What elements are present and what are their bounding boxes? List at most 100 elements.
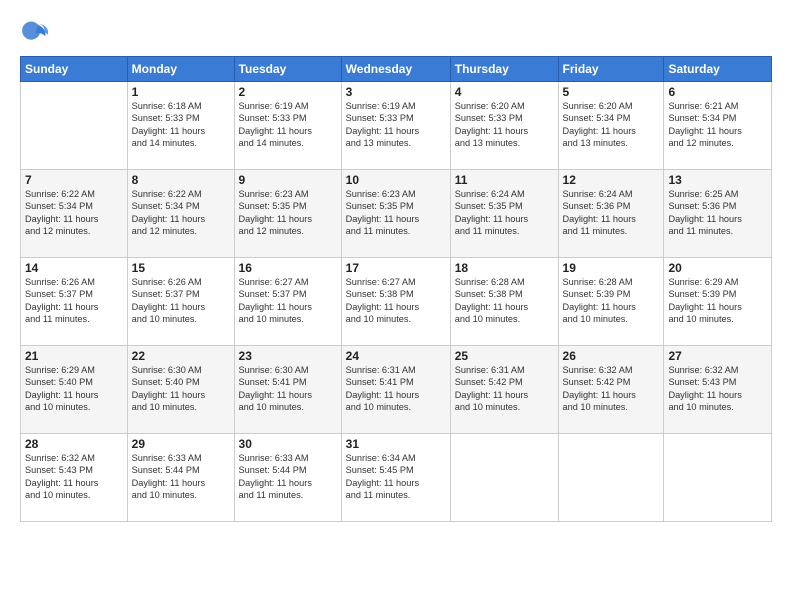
day-number: 5 [563,85,660,99]
day-info: Sunrise: 6:24 AMSunset: 5:36 PMDaylight:… [563,188,660,238]
week-row-3: 14Sunrise: 6:26 AMSunset: 5:37 PMDayligh… [21,258,772,346]
week-row-1: 1Sunrise: 6:18 AMSunset: 5:33 PMDaylight… [21,82,772,170]
day-number: 3 [346,85,446,99]
day-number: 9 [239,173,337,187]
calendar-cell: 18Sunrise: 6:28 AMSunset: 5:38 PMDayligh… [450,258,558,346]
page: SundayMondayTuesdayWednesdayThursdayFrid… [0,0,792,612]
day-number: 27 [668,349,767,363]
calendar-cell: 27Sunrise: 6:32 AMSunset: 5:43 PMDayligh… [664,346,772,434]
day-number: 15 [132,261,230,275]
day-info: Sunrise: 6:28 AMSunset: 5:38 PMDaylight:… [455,276,554,326]
day-info: Sunrise: 6:30 AMSunset: 5:40 PMDaylight:… [132,364,230,414]
day-number: 1 [132,85,230,99]
calendar-cell: 13Sunrise: 6:25 AMSunset: 5:36 PMDayligh… [664,170,772,258]
calendar-cell [450,434,558,522]
day-number: 4 [455,85,554,99]
calendar-cell: 12Sunrise: 6:24 AMSunset: 5:36 PMDayligh… [558,170,664,258]
col-header-sunday: Sunday [21,57,128,82]
day-number: 26 [563,349,660,363]
calendar-cell: 17Sunrise: 6:27 AMSunset: 5:38 PMDayligh… [341,258,450,346]
day-info: Sunrise: 6:31 AMSunset: 5:41 PMDaylight:… [346,364,446,414]
day-number: 30 [239,437,337,451]
week-row-4: 21Sunrise: 6:29 AMSunset: 5:40 PMDayligh… [21,346,772,434]
day-number: 22 [132,349,230,363]
day-info: Sunrise: 6:22 AMSunset: 5:34 PMDaylight:… [25,188,123,238]
day-info: Sunrise: 6:21 AMSunset: 5:34 PMDaylight:… [668,100,767,150]
day-info: Sunrise: 6:33 AMSunset: 5:44 PMDaylight:… [132,452,230,502]
calendar-cell: 10Sunrise: 6:23 AMSunset: 5:35 PMDayligh… [341,170,450,258]
day-number: 24 [346,349,446,363]
logo [20,18,50,46]
col-header-saturday: Saturday [664,57,772,82]
calendar-cell: 2Sunrise: 6:19 AMSunset: 5:33 PMDaylight… [234,82,341,170]
calendar-cell: 19Sunrise: 6:28 AMSunset: 5:39 PMDayligh… [558,258,664,346]
day-number: 14 [25,261,123,275]
calendar-cell: 24Sunrise: 6:31 AMSunset: 5:41 PMDayligh… [341,346,450,434]
day-number: 13 [668,173,767,187]
calendar-cell: 4Sunrise: 6:20 AMSunset: 5:33 PMDaylight… [450,82,558,170]
calendar-cell: 15Sunrise: 6:26 AMSunset: 5:37 PMDayligh… [127,258,234,346]
day-number: 12 [563,173,660,187]
day-info: Sunrise: 6:19 AMSunset: 5:33 PMDaylight:… [346,100,446,150]
col-header-wednesday: Wednesday [341,57,450,82]
day-info: Sunrise: 6:33 AMSunset: 5:44 PMDaylight:… [239,452,337,502]
calendar-header-row: SundayMondayTuesdayWednesdayThursdayFrid… [21,57,772,82]
calendar-cell: 22Sunrise: 6:30 AMSunset: 5:40 PMDayligh… [127,346,234,434]
day-info: Sunrise: 6:27 AMSunset: 5:37 PMDaylight:… [239,276,337,326]
day-info: Sunrise: 6:24 AMSunset: 5:35 PMDaylight:… [455,188,554,238]
col-header-monday: Monday [127,57,234,82]
calendar-table: SundayMondayTuesdayWednesdayThursdayFrid… [20,56,772,522]
logo-icon [20,18,48,46]
calendar-cell: 25Sunrise: 6:31 AMSunset: 5:42 PMDayligh… [450,346,558,434]
calendar-cell: 1Sunrise: 6:18 AMSunset: 5:33 PMDaylight… [127,82,234,170]
col-header-thursday: Thursday [450,57,558,82]
day-info: Sunrise: 6:19 AMSunset: 5:33 PMDaylight:… [239,100,337,150]
calendar-cell: 26Sunrise: 6:32 AMSunset: 5:42 PMDayligh… [558,346,664,434]
col-header-tuesday: Tuesday [234,57,341,82]
day-info: Sunrise: 6:30 AMSunset: 5:41 PMDaylight:… [239,364,337,414]
day-info: Sunrise: 6:29 AMSunset: 5:40 PMDaylight:… [25,364,123,414]
header [20,18,772,46]
day-info: Sunrise: 6:32 AMSunset: 5:43 PMDaylight:… [25,452,123,502]
day-info: Sunrise: 6:29 AMSunset: 5:39 PMDaylight:… [668,276,767,326]
calendar-cell [664,434,772,522]
day-number: 2 [239,85,337,99]
day-info: Sunrise: 6:27 AMSunset: 5:38 PMDaylight:… [346,276,446,326]
day-number: 17 [346,261,446,275]
day-number: 23 [239,349,337,363]
calendar-cell: 9Sunrise: 6:23 AMSunset: 5:35 PMDaylight… [234,170,341,258]
day-number: 28 [25,437,123,451]
day-number: 18 [455,261,554,275]
day-info: Sunrise: 6:26 AMSunset: 5:37 PMDaylight:… [25,276,123,326]
day-info: Sunrise: 6:32 AMSunset: 5:43 PMDaylight:… [668,364,767,414]
day-number: 20 [668,261,767,275]
day-info: Sunrise: 6:32 AMSunset: 5:42 PMDaylight:… [563,364,660,414]
day-number: 7 [25,173,123,187]
day-info: Sunrise: 6:23 AMSunset: 5:35 PMDaylight:… [239,188,337,238]
day-number: 19 [563,261,660,275]
calendar-cell: 8Sunrise: 6:22 AMSunset: 5:34 PMDaylight… [127,170,234,258]
calendar-cell: 28Sunrise: 6:32 AMSunset: 5:43 PMDayligh… [21,434,128,522]
calendar-cell: 29Sunrise: 6:33 AMSunset: 5:44 PMDayligh… [127,434,234,522]
calendar-cell: 16Sunrise: 6:27 AMSunset: 5:37 PMDayligh… [234,258,341,346]
day-number: 25 [455,349,554,363]
col-header-friday: Friday [558,57,664,82]
day-info: Sunrise: 6:28 AMSunset: 5:39 PMDaylight:… [563,276,660,326]
calendar-cell: 30Sunrise: 6:33 AMSunset: 5:44 PMDayligh… [234,434,341,522]
day-number: 21 [25,349,123,363]
calendar-cell: 23Sunrise: 6:30 AMSunset: 5:41 PMDayligh… [234,346,341,434]
day-info: Sunrise: 6:22 AMSunset: 5:34 PMDaylight:… [132,188,230,238]
calendar-cell: 3Sunrise: 6:19 AMSunset: 5:33 PMDaylight… [341,82,450,170]
calendar-cell: 5Sunrise: 6:20 AMSunset: 5:34 PMDaylight… [558,82,664,170]
day-number: 11 [455,173,554,187]
day-info: Sunrise: 6:18 AMSunset: 5:33 PMDaylight:… [132,100,230,150]
calendar-cell: 11Sunrise: 6:24 AMSunset: 5:35 PMDayligh… [450,170,558,258]
week-row-5: 28Sunrise: 6:32 AMSunset: 5:43 PMDayligh… [21,434,772,522]
day-info: Sunrise: 6:25 AMSunset: 5:36 PMDaylight:… [668,188,767,238]
week-row-2: 7Sunrise: 6:22 AMSunset: 5:34 PMDaylight… [21,170,772,258]
day-info: Sunrise: 6:31 AMSunset: 5:42 PMDaylight:… [455,364,554,414]
day-number: 16 [239,261,337,275]
calendar-cell: 6Sunrise: 6:21 AMSunset: 5:34 PMDaylight… [664,82,772,170]
day-info: Sunrise: 6:20 AMSunset: 5:33 PMDaylight:… [455,100,554,150]
calendar-cell [558,434,664,522]
